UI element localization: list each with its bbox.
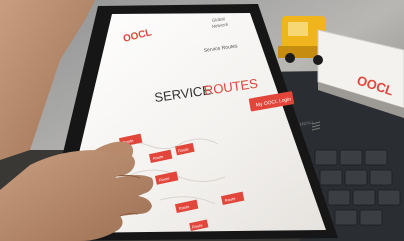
photo-scene: OOCL OOCL Global Network Service Routes … — [0, 0, 404, 241]
